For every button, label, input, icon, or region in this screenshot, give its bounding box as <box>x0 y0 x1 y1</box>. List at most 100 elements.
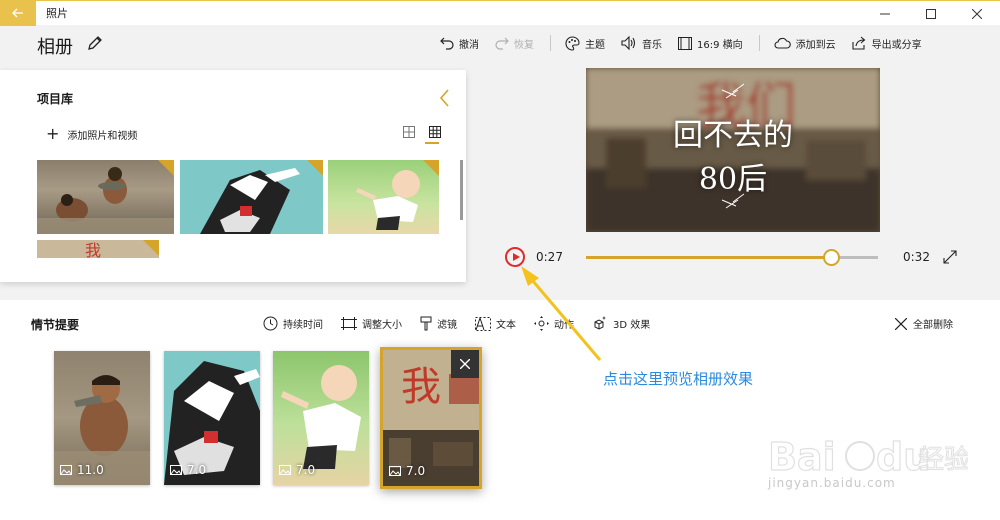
card-duration-value: 7.0 <box>296 463 316 477</box>
view-toggle <box>403 126 455 138</box>
close-icon <box>895 317 907 330</box>
undo-button[interactable]: 撤消 <box>440 36 479 51</box>
pencil-icon[interactable] <box>86 34 104 52</box>
storyboard-card[interactable]: 7.0 <box>273 351 369 485</box>
selected-corner-marker <box>158 160 174 176</box>
svg-text:经验: 经验 <box>918 445 968 475</box>
theme-button[interactable]: 主题 <box>565 35 605 51</box>
storyboard-title: 情节提要 <box>31 318 80 332</box>
library-scrollbar[interactable] <box>460 160 463 220</box>
3d-effects-button[interactable]: 3D 效果 <box>592 316 650 331</box>
baidu-watermark-logo: Bai du 经验 <box>768 434 968 479</box>
annotation-text: 点击这里预览相册效果 <box>603 370 754 388</box>
card-duration-value: 7.0 <box>187 463 207 477</box>
export-share-button[interactable]: 导出或分享 <box>852 36 922 51</box>
seek-slider-thumb[interactable] <box>823 249 841 266</box>
boys-fishing-image <box>37 167 174 234</box>
selected-corner-marker <box>307 160 323 176</box>
clock-icon <box>263 316 278 331</box>
card-duration-value: 11.0 <box>77 463 104 477</box>
minimize-button[interactable] <box>862 1 908 26</box>
app-title: 照片 <box>46 7 68 20</box>
storyboard-card[interactable]: 11.0 <box>54 351 150 485</box>
duration-button[interactable]: 持续时间 <box>263 316 323 331</box>
motion-label: 动作 <box>554 320 574 331</box>
text-button[interactable]: 文本 <box>475 316 516 331</box>
watermark-url: jingyan.baidu.com <box>768 476 896 490</box>
library-thumbnail[interactable] <box>37 160 174 234</box>
card-duration: 7.0 <box>389 464 425 478</box>
chevron-left-icon[interactable] <box>438 88 452 108</box>
preview-title-line2: 80后 <box>698 162 768 197</box>
storyboard-toolbar: 持续时间 调整大小 滤镜 文本 动作 3D 效果 <box>263 316 668 331</box>
library-thumbnail[interactable]: 我 <box>37 240 159 258</box>
remove-card-button[interactable] <box>451 350 479 378</box>
seek-slider[interactable] <box>586 249 878 266</box>
image-icon <box>279 465 291 475</box>
theme-label: 主题 <box>585 39 605 51</box>
text-icon <box>475 316 491 331</box>
title-bar: 照片 <box>0 0 1000 26</box>
duration-label: 持续时间 <box>283 320 323 331</box>
maximize-icon <box>926 8 936 19</box>
add-media-button[interactable]: + 添加照片和视频 <box>46 126 137 142</box>
svg-text:我: 我 <box>85 241 101 258</box>
close-window-button[interactable] <box>954 1 1000 26</box>
large-grid-icon[interactable] <box>403 126 415 138</box>
library-title: 项目库 <box>37 92 74 106</box>
maximize-button[interactable] <box>908 1 954 26</box>
video-preview[interactable]: 我们 回不去的 80后 <box>586 68 880 232</box>
undo-icon <box>440 37 454 50</box>
poster-image: 我 <box>85 241 101 258</box>
speaker-icon <box>621 36 636 50</box>
active-view-indicator <box>425 142 439 144</box>
palette-icon <box>565 35 580 51</box>
filter-brush-icon <box>420 316 432 331</box>
resize-button[interactable]: 调整大小 <box>341 316 402 331</box>
aspect-ratio-button[interactable]: 16:9 横向 <box>678 36 743 51</box>
add-media-label: 添加照片和视频 <box>67 130 138 142</box>
redo-button[interactable]: 恢复 <box>495 36 534 51</box>
add-to-cloud-button[interactable]: 添加到云 <box>774 36 836 51</box>
card-duration: 7.0 <box>170 463 206 477</box>
redo-icon <box>495 37 509 50</box>
image-icon <box>389 466 401 476</box>
3d-effects-icon <box>594 316 606 330</box>
storyboard-card[interactable]: 7.0 <box>164 351 260 485</box>
share-icon <box>852 36 865 50</box>
plus-icon: + <box>46 124 60 143</box>
music-label: 音乐 <box>642 39 662 51</box>
text-label: 文本 <box>496 320 516 331</box>
fullscreen-icon[interactable] <box>943 250 957 264</box>
selected-corner-marker <box>143 240 159 256</box>
back-arrow-icon <box>12 8 23 18</box>
card-duration: 11.0 <box>60 463 104 477</box>
album-title: 相册 <box>37 37 73 58</box>
resize-label: 调整大小 <box>362 320 402 331</box>
small-grid-icon[interactable] <box>429 126 441 138</box>
resize-icon <box>341 317 357 330</box>
cloud-icon <box>774 37 791 49</box>
motion-button[interactable]: 动作 <box>534 316 574 331</box>
seek-slider-fill <box>586 256 832 259</box>
library-thumbnail[interactable] <box>180 160 323 234</box>
delete-all-button[interactable]: 全部删除 <box>895 316 953 331</box>
close-icon <box>972 8 982 19</box>
card-duration-value: 7.0 <box>406 464 426 478</box>
total-time: 0:32 <box>903 250 930 264</box>
project-library-panel: 项目库 + 添加照片和视频 我 <box>0 70 466 282</box>
play-button[interactable] <box>505 247 525 267</box>
library-thumbnail[interactable] <box>328 160 439 234</box>
cartoon-cat-motorcycle-image <box>200 168 300 234</box>
delete-all-label: 全部删除 <box>913 320 953 331</box>
toolbar-divider <box>550 35 551 51</box>
filter-button[interactable]: 滤镜 <box>420 316 457 331</box>
add-to-cloud-label: 添加到云 <box>795 39 836 51</box>
card-duration: 7.0 <box>279 463 315 477</box>
back-button[interactable] <box>0 0 36 26</box>
storyboard-card-selected[interactable]: 我 7.0 <box>380 347 482 489</box>
window-controls <box>862 1 1000 26</box>
redo-label: 恢复 <box>514 39 534 51</box>
svg-text:我: 我 <box>401 364 441 410</box>
music-button[interactable]: 音乐 <box>621 36 662 51</box>
